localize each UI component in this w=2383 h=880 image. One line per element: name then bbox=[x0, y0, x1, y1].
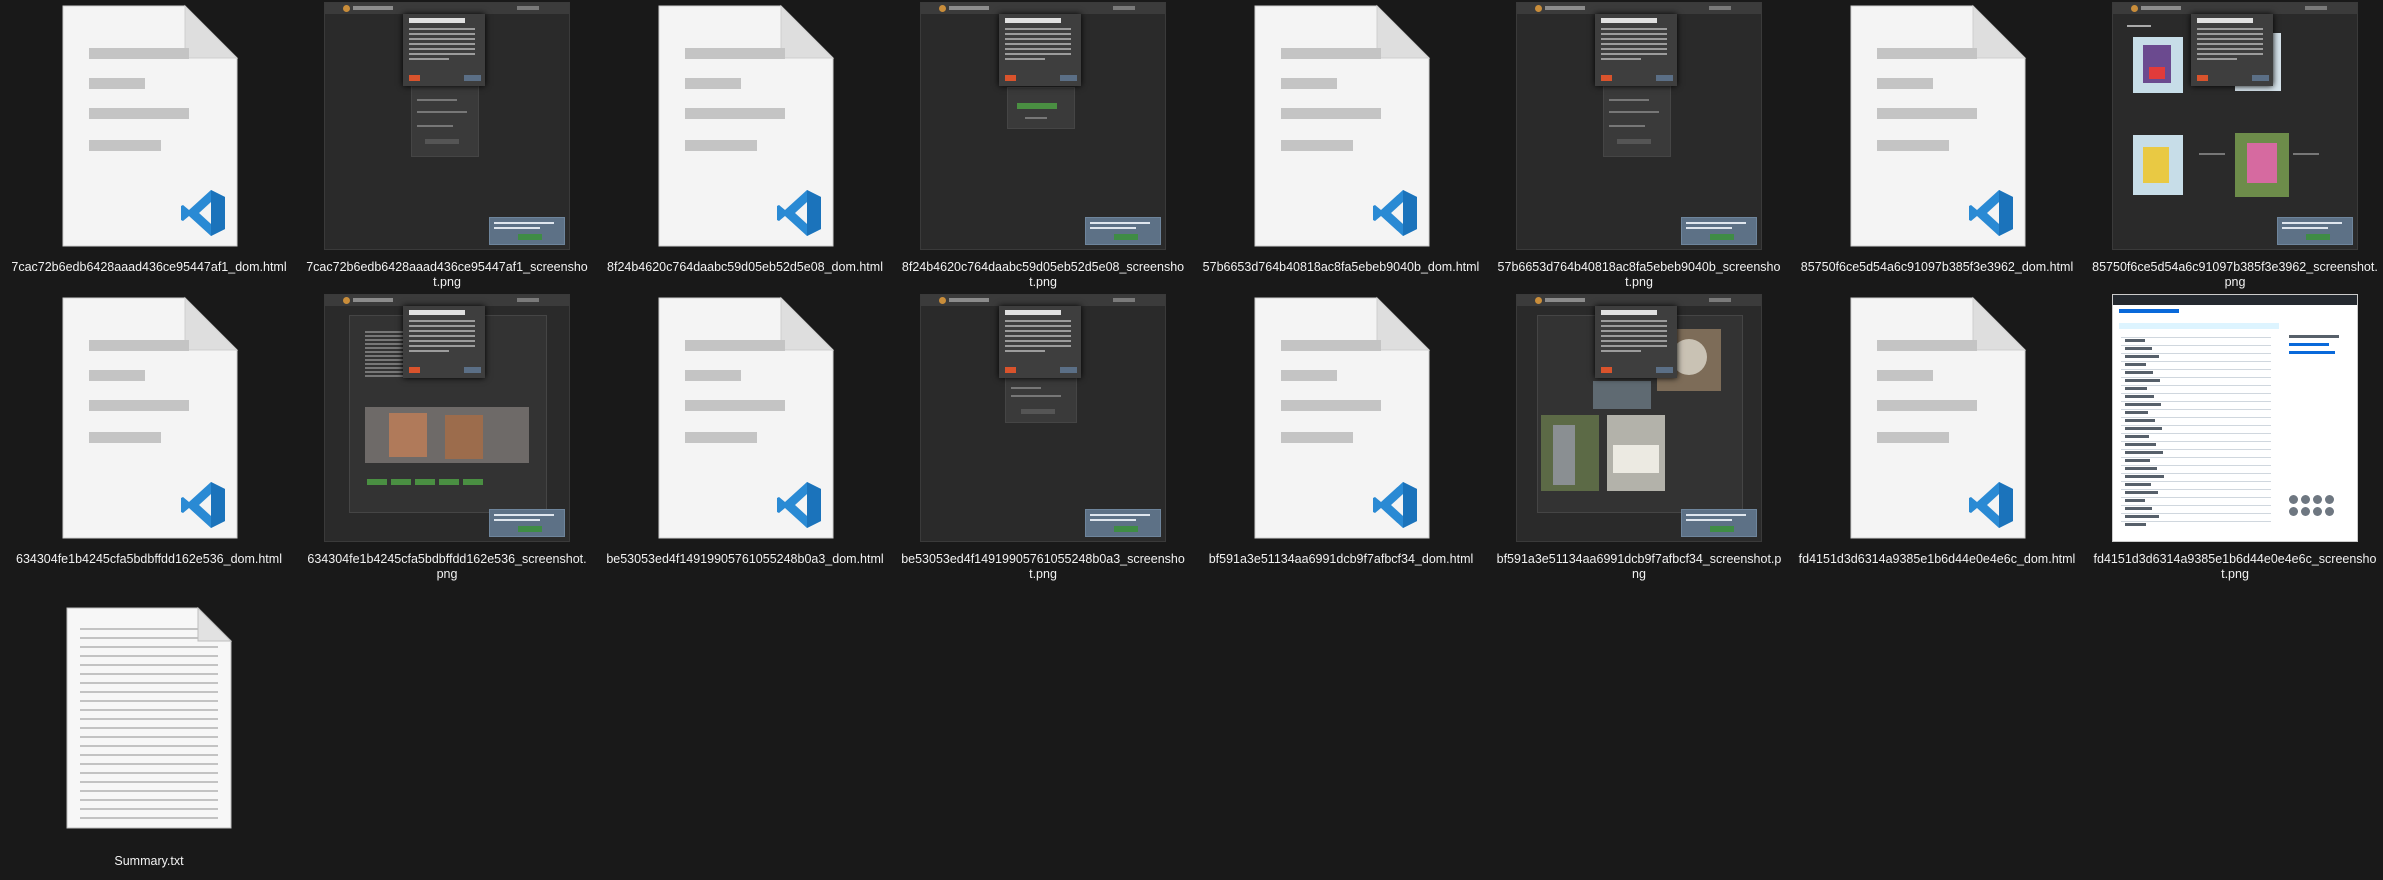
welcome-modal bbox=[999, 14, 1081, 86]
screenshot-thumbnail bbox=[894, 292, 1192, 544]
text-file-icon bbox=[0, 584, 298, 846]
welcome-modal bbox=[2191, 14, 2273, 86]
vscode-html-file-icon bbox=[57, 2, 241, 250]
file-item[interactable]: 57b6653d764b40818ac8fa5ebeb9040b_dom.htm… bbox=[1192, 0, 1490, 292]
file-item[interactable]: 85750f6ce5d54a6c91097b385f3e3962_screens… bbox=[2086, 0, 2383, 292]
text-file-icon bbox=[66, 606, 233, 829]
vscode-html-file-icon bbox=[596, 0, 894, 252]
vscode-html-file-icon bbox=[1845, 2, 2029, 250]
file-item[interactable]: 7cac72b6edb6428aaad436ce95447af1_screens… bbox=[298, 0, 596, 292]
cookie-banner bbox=[1681, 217, 1757, 245]
welcome-modal bbox=[1595, 306, 1677, 378]
file-name-label: Summary.txt bbox=[114, 854, 184, 868]
file-name-label: 85750f6ce5d54a6c91097b385f3e3962_dom.htm… bbox=[1800, 260, 2074, 274]
file-name-label: 7cac72b6edb6428aaad436ce95447af1_screens… bbox=[306, 260, 588, 289]
file-item[interactable]: be53053ed4f14919905761055248b0a3_dom.htm… bbox=[596, 292, 894, 584]
file-name-label: 634304fe1b4245cfa5bdbffdd162e536_dom.htm… bbox=[16, 552, 282, 566]
file-item[interactable]: fd4151d3d6314a9385e1b6d44e0e4e6c_dom.htm… bbox=[1788, 292, 2086, 584]
screenshot-thumbnail bbox=[298, 0, 596, 252]
screenshot-thumbnail bbox=[2086, 0, 2383, 252]
vscode-html-file-icon bbox=[653, 2, 837, 250]
file-item[interactable]: 85750f6ce5d54a6c91097b385f3e3962_dom.htm… bbox=[1788, 0, 2086, 292]
vscode-html-file-icon bbox=[1192, 0, 1490, 252]
file-item[interactable]: 634304fe1b4245cfa5bdbffdd162e536_screens… bbox=[298, 292, 596, 584]
screenshot-thumbnail bbox=[894, 0, 1192, 252]
file-item[interactable]: 8f24b4620c764daabc59d05eb52d5e08_screens… bbox=[894, 0, 1192, 292]
file-name-label: bf591a3e51134aa6991dcb9f7afbcf34_screens… bbox=[1496, 552, 1782, 581]
vscode-html-file-icon bbox=[653, 294, 837, 542]
vscode-html-file-icon bbox=[1192, 292, 1490, 544]
file-item[interactable]: bf591a3e51134aa6991dcb9f7afbcf34_dom.htm… bbox=[1192, 292, 1490, 584]
file-name-label: 8f24b4620c764daabc59d05eb52d5e08_dom.htm… bbox=[607, 260, 883, 274]
file-name-label: fd4151d3d6314a9385e1b6d44e0e4e6c_screens… bbox=[2093, 552, 2377, 581]
file-item[interactable]: 57b6653d764b40818ac8fa5ebeb9040b_screens… bbox=[1490, 0, 1788, 292]
file-name-label: bf591a3e51134aa6991dcb9f7afbcf34_dom.htm… bbox=[1208, 552, 1474, 566]
cookie-banner bbox=[1681, 509, 1757, 537]
file-item[interactable]: bf591a3e51134aa6991dcb9f7afbcf34_screens… bbox=[1490, 292, 1788, 584]
vscode-html-file-icon bbox=[0, 292, 298, 544]
screenshot-thumbnail bbox=[2086, 292, 2383, 544]
cookie-banner bbox=[1085, 509, 1161, 537]
vscode-html-file-icon bbox=[1788, 0, 2086, 252]
file-name-label: fd4151d3d6314a9385e1b6d44e0e4e6c_dom.htm… bbox=[1798, 552, 2076, 566]
file-item[interactable]: 7cac72b6edb6428aaad436ce95447af1_dom.htm… bbox=[0, 0, 298, 292]
cookie-banner bbox=[489, 509, 565, 537]
welcome-modal bbox=[999, 306, 1081, 378]
file-item[interactable]: 634304fe1b4245cfa5bdbffdd162e536_dom.htm… bbox=[0, 292, 298, 584]
screenshot-thumbnail bbox=[1490, 0, 1788, 252]
file-name-label: 57b6653d764b40818ac8fa5ebeb9040b_dom.htm… bbox=[1202, 260, 1480, 274]
welcome-modal bbox=[1595, 14, 1677, 86]
vscode-html-file-icon bbox=[1249, 2, 1433, 250]
file-item[interactable]: fd4151d3d6314a9385e1b6d44e0e4e6c_screens… bbox=[2086, 292, 2383, 584]
screenshot-thumbnail bbox=[298, 292, 596, 544]
file-name-label: be53053ed4f14919905761055248b0a3_dom.htm… bbox=[606, 552, 884, 566]
file-name-label: 85750f6ce5d54a6c91097b385f3e3962_screens… bbox=[2092, 260, 2378, 289]
file-item[interactable]: be53053ed4f14919905761055248b0a3_screens… bbox=[894, 292, 1192, 584]
vscode-html-file-icon bbox=[1845, 294, 2029, 542]
file-name-label: 57b6653d764b40818ac8fa5ebeb9040b_screens… bbox=[1497, 260, 1781, 289]
file-item[interactable]: Summary.txt bbox=[0, 584, 298, 876]
cookie-banner bbox=[1085, 217, 1161, 245]
welcome-modal bbox=[403, 14, 485, 86]
file-name-label: 8f24b4620c764daabc59d05eb52d5e08_screens… bbox=[901, 260, 1185, 289]
welcome-modal bbox=[403, 306, 485, 378]
file-grid: 7cac72b6edb6428aaad436ce95447af1_dom.htm… bbox=[0, 0, 2383, 876]
vscode-html-file-icon bbox=[596, 292, 894, 544]
file-item[interactable]: 8f24b4620c764daabc59d05eb52d5e08_dom.htm… bbox=[596, 0, 894, 292]
cookie-banner bbox=[489, 217, 565, 245]
screenshot-thumbnail bbox=[1490, 292, 1788, 544]
vscode-html-file-icon bbox=[57, 294, 241, 542]
cookie-banner bbox=[2277, 217, 2353, 245]
file-name-label: 634304fe1b4245cfa5bdbffdd162e536_screens… bbox=[307, 552, 587, 581]
vscode-html-file-icon bbox=[1788, 292, 2086, 544]
vscode-html-file-icon bbox=[1249, 294, 1433, 542]
vscode-html-file-icon bbox=[0, 0, 298, 252]
file-name-label: 7cac72b6edb6428aaad436ce95447af1_dom.htm… bbox=[11, 260, 287, 274]
file-name-label: be53053ed4f14919905761055248b0a3_screens… bbox=[901, 552, 1185, 581]
